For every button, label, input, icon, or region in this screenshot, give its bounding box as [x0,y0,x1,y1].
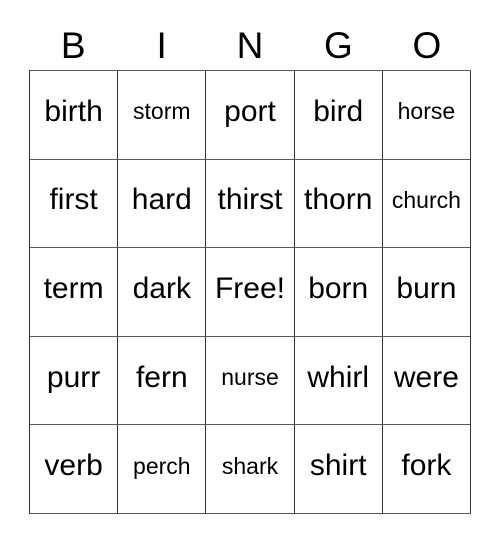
bingo-cell-label: port [224,94,276,128]
bingo-cell[interactable]: nurse [206,336,295,426]
bingo-cell[interactable]: dark [118,248,207,337]
bingo-cell-label: shark [221,452,279,479]
bingo-cell[interactable]: thirst [206,159,295,249]
bingo-cell[interactable]: purr [30,336,119,426]
bingo-cell[interactable]: born [294,248,383,337]
bingo-free-space-label: Free! [214,271,286,305]
bingo-cell-label: storm [133,98,191,125]
bingo-header-letter-n: N [236,25,264,66]
bingo-cell[interactable]: were [382,336,472,426]
bingo-cell-label: purr [46,360,101,394]
bingo-card: B I N G O birth storm port bird horse fi… [0,0,500,544]
bingo-cell[interactable]: burn [382,248,472,337]
bingo-cell[interactable]: hard [118,159,207,249]
bingo-header-letter-o: O [412,25,442,66]
bingo-header-letter-b: B [60,25,86,66]
bingo-row: first hard thirst thorn church [30,159,472,249]
bingo-cell-label: birth [44,94,103,128]
bingo-cell[interactable]: shark [206,425,295,514]
bingo-cell-label: were [393,360,459,394]
bingo-cell-label: shirt [309,449,367,483]
bingo-cell[interactable]: bird [294,71,383,160]
bingo-cell-label: perch [133,452,191,479]
bingo-cell-label: term [43,271,104,305]
bingo-cell-label: fern [135,360,188,394]
bingo-cell[interactable]: shirt [294,425,383,514]
bingo-cell-label: hard [131,183,192,217]
bingo-header-row: B I N G O [29,22,471,70]
bingo-header-letter-i: I [156,25,167,66]
bingo-cell[interactable]: storm [118,71,207,160]
bingo-header-letter-g: G [324,25,353,66]
bingo-cell[interactable]: thorn [294,159,383,249]
bingo-cell-label: verb [44,449,103,483]
bingo-cell[interactable]: term [30,248,119,337]
bingo-row: purr fern nurse whirl were [30,336,472,426]
bingo-cell-label: dark [132,271,191,305]
bingo-cell-label: burn [396,271,457,305]
bingo-cell[interactable]: port [206,71,295,160]
bingo-cell-label: thirst [217,183,283,217]
bingo-row: term dark Free! born burn [30,248,472,337]
bingo-row: birth storm port bird horse [30,71,472,160]
bingo-cell[interactable]: whirl [294,336,383,426]
bingo-cell-label: church [391,186,461,213]
bingo-cell-label: bird [313,94,364,128]
bingo-cell-label: horse [397,98,456,125]
bingo-cell[interactable]: church [382,159,472,249]
bingo-cell-label: fork [401,449,452,483]
bingo-cell[interactable]: fern [118,336,207,426]
bingo-cell[interactable]: fork [382,425,472,514]
bingo-cell[interactable]: verb [30,425,119,514]
bingo-cell[interactable]: birth [30,71,119,160]
bingo-cell-label: nurse [221,364,279,391]
bingo-cell-label: first [49,183,98,217]
bingo-cell-label: thorn [304,183,373,217]
bingo-row: verb perch shark shirt fork [30,425,472,514]
bingo-cell-free-space[interactable]: Free! [206,248,295,337]
bingo-cell-label: born [308,271,369,305]
bingo-cell[interactable]: perch [118,425,207,514]
bingo-cell-label: whirl [307,360,370,394]
bingo-cell[interactable]: horse [382,71,472,160]
bingo-cell[interactable]: first [30,159,119,249]
bingo-grid: birth storm port bird horse first hard t… [29,70,472,514]
